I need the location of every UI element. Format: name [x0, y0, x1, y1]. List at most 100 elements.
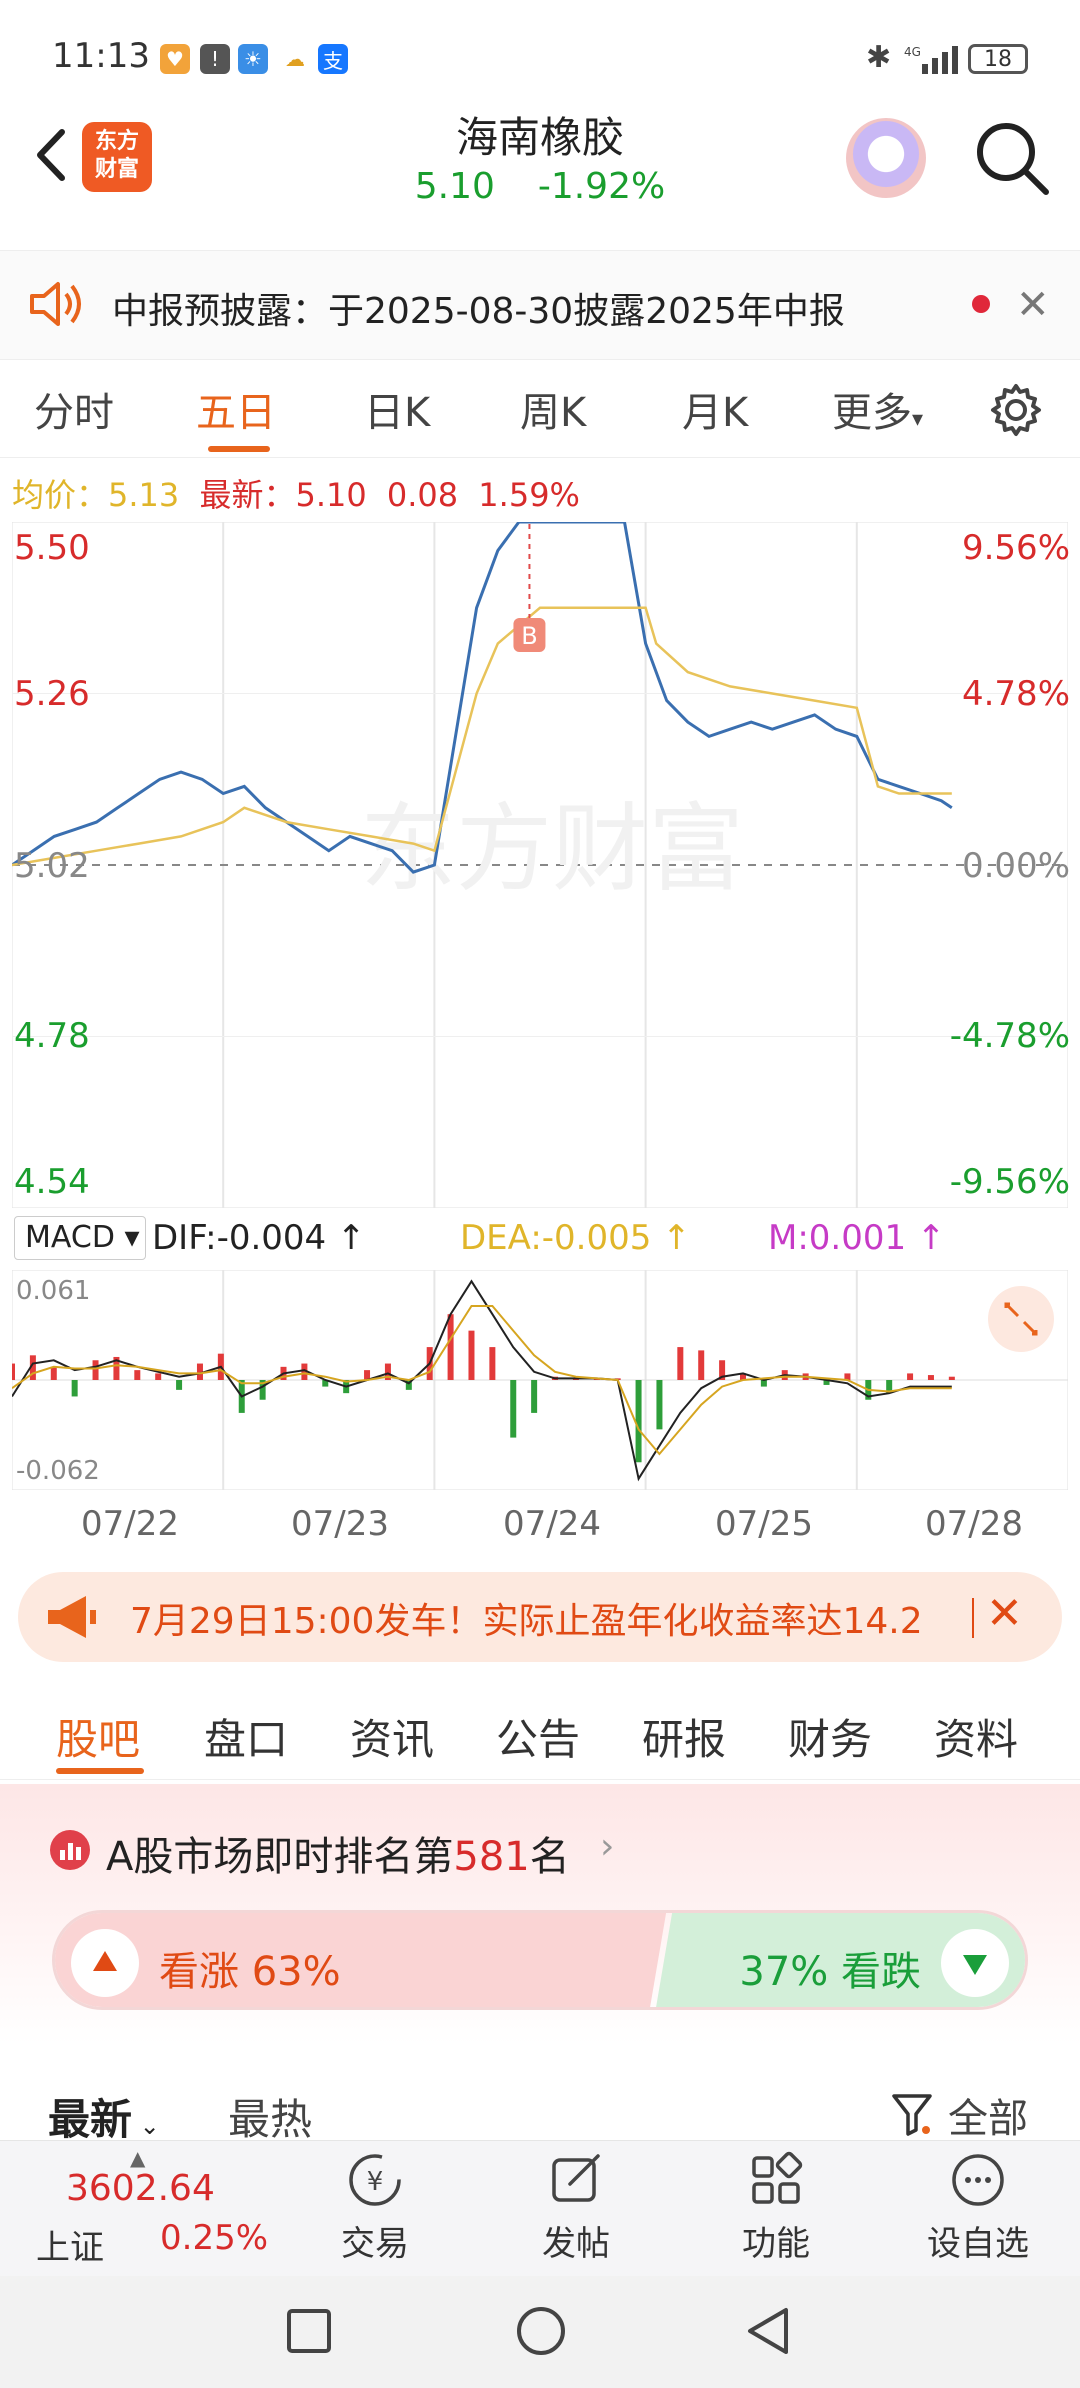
vote-up-area[interactable]	[55, 1913, 666, 2007]
filter-hot[interactable]: 最热	[228, 2086, 312, 2147]
ranking-icon	[50, 1830, 90, 1870]
stock-price: 5.10	[414, 166, 495, 207]
watermark: 东方财富	[360, 793, 744, 905]
promo-divider	[972, 1598, 974, 1638]
tab-more[interactable]: 更多▾	[832, 380, 923, 438]
svg-text:4G: 4G	[904, 45, 921, 59]
active-subtab-underline	[56, 1768, 144, 1774]
ranking-text[interactable]: A股市场即时排名第581名	[106, 1824, 570, 1882]
promo-close-icon[interactable]: ✕	[986, 1588, 1023, 1639]
macd-chart[interactable]	[12, 1270, 1068, 1490]
notification-app-icon: ♥	[160, 44, 190, 74]
battery-indicator: 18	[968, 44, 1028, 74]
vote-up-button[interactable]	[71, 1929, 139, 1997]
tab-guba[interactable]: 股吧	[56, 1706, 140, 1767]
trade-icon: ¥	[349, 2154, 401, 2206]
tab-pankou[interactable]: 盘口	[204, 1706, 288, 1767]
macd-bar	[948, 1376, 955, 1380]
notice-close-icon[interactable]: ✕	[1016, 282, 1050, 328]
app-logo[interactable]: 东方 财富	[82, 122, 152, 192]
avg-price-line: 均价：5.13 最新：5.10 0.08 1.59%	[12, 476, 580, 514]
filter-newest[interactable]: 最新 ⌄	[48, 2086, 160, 2147]
assistant-avatar[interactable]	[846, 118, 926, 198]
back-nav-icon[interactable]	[742, 2304, 796, 2358]
svg-text:¥: ¥	[367, 2167, 384, 2197]
y-tick-right: 0.00%	[961, 846, 1070, 886]
macd-min: -0.062	[16, 1456, 100, 1486]
macd-bar	[927, 1375, 934, 1380]
macd-bar	[510, 1380, 517, 1438]
y-tick-left: 4.54	[14, 1162, 90, 1202]
alert-icon: !	[200, 44, 230, 74]
macd-dif: DIF:-0.004 ↑	[152, 1218, 366, 1258]
tab-profile[interactable]: 资料	[934, 1706, 1018, 1767]
vote-down-label: 37% 看跌	[739, 1949, 921, 1995]
home-icon[interactable]	[514, 2304, 568, 2358]
weather-icon: ☀	[238, 44, 268, 74]
status-time: 11:13	[52, 36, 150, 76]
edit-icon	[552, 2154, 600, 2202]
grid-icon	[752, 2151, 803, 2204]
index-value[interactable]: 3602.64	[66, 2168, 215, 2209]
macd-bar	[531, 1380, 538, 1413]
macd-dea: DEA:-0.005 ↑	[460, 1218, 691, 1258]
stock-title: 海南橡胶	[455, 113, 624, 162]
macd-bar	[698, 1350, 705, 1380]
macd-bar	[12, 1363, 15, 1380]
active-tab-underline	[208, 446, 270, 452]
index-pct[interactable]: 0.25%	[160, 2218, 268, 2258]
notice-text: 中报预披露：于2025-08-30披露2025年中报	[112, 291, 845, 332]
y-tick-right: -4.78%	[949, 1016, 1070, 1056]
macd-bar	[176, 1380, 183, 1390]
vote-down-button[interactable]	[941, 1929, 1009, 1997]
dropdown-arrow-icon: ▾	[912, 407, 924, 432]
signal-icon: 4G	[904, 42, 958, 76]
macd-bar	[468, 1330, 475, 1380]
macd-max: 0.061	[16, 1276, 91, 1306]
chevron-right-icon[interactable]: ›	[600, 1826, 614, 1867]
nav-trade[interactable]: ¥ 交易	[295, 2148, 455, 2268]
chevron-down-icon: ⌄	[132, 2112, 160, 2140]
index-up-arrow-icon: ▲	[130, 2146, 146, 2170]
tab-intraday[interactable]: 分时	[34, 380, 114, 438]
y-tick-right: 9.56%	[961, 528, 1070, 568]
y-tick-left: 5.02	[14, 846, 90, 886]
tab-research[interactable]: 研报	[642, 1706, 726, 1767]
tab-finance[interactable]: 财务	[788, 1706, 872, 1767]
filter-all[interactable]: 全部	[948, 2086, 1028, 2144]
tab-monthly-k[interactable]: 月K	[682, 380, 748, 438]
macd-bar	[155, 1373, 162, 1380]
nav-functions[interactable]: 功能	[696, 2148, 856, 2268]
macd-bar	[134, 1370, 141, 1380]
b-marker-label: B	[521, 622, 537, 650]
tab-announcements[interactable]: 公告	[496, 1706, 580, 1767]
x-tick-label: 07/24	[503, 1504, 601, 1544]
nav-add-watchlist[interactable]: 设自选	[898, 2148, 1058, 2268]
bluetooth-icon: ✱	[866, 40, 892, 75]
filter-icon[interactable]	[890, 2090, 934, 2138]
y-tick-left: 4.78	[14, 1016, 90, 1056]
recents-icon[interactable]	[284, 2306, 334, 2356]
back-icon[interactable]	[22, 120, 82, 190]
x-tick-label: 07/28	[925, 1504, 1023, 1544]
search-icon[interactable]	[972, 118, 1052, 198]
tab-weekly-k[interactable]: 周K	[520, 380, 586, 438]
price-chart[interactable]: 东方财富 B	[12, 522, 1068, 1208]
more-circle-icon	[952, 2154, 1004, 2206]
tab-news[interactable]: 资讯	[350, 1706, 434, 1767]
tab-five-day[interactable]: 五日	[196, 380, 276, 438]
y-tick-left: 5.26	[14, 674, 90, 714]
tab-daily-k[interactable]: 日K	[364, 380, 430, 438]
macd-bar	[907, 1373, 914, 1380]
x-tick-label: 07/22	[81, 1504, 179, 1544]
macd-m: M:0.001 ↑	[768, 1218, 946, 1258]
sentiment-vote: 看涨 63% 37% 看跌	[52, 1910, 1028, 2010]
macd-bar	[489, 1347, 496, 1380]
nav-post[interactable]: 发帖	[496, 2148, 656, 2268]
macd-bar	[92, 1360, 99, 1380]
unread-dot	[972, 295, 990, 313]
index-name[interactable]: 上证	[36, 2220, 104, 2269]
macd-selector[interactable]: MACD ▾	[14, 1216, 146, 1260]
expand-icon[interactable]	[988, 1286, 1054, 1352]
gear-icon[interactable]	[988, 382, 1044, 438]
